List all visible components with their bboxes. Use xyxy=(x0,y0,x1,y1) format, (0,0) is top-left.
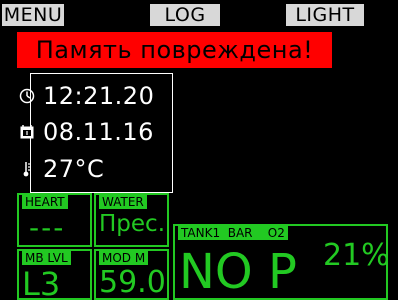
mod-label: MOD M xyxy=(99,251,149,265)
time-date-temp-panel: 12:21.20 08.11.16 27°C xyxy=(19,73,173,193)
time-value: 12:21.20 xyxy=(43,82,155,110)
clock-icon xyxy=(19,88,35,104)
date-row: 08.11.16 xyxy=(19,118,154,146)
dive-computer-screen: MENU LOG LIGHT Память повреждена! 12:21.… xyxy=(0,0,398,300)
memory-damaged-alarm: Память повреждена! xyxy=(17,32,332,68)
light-softkey[interactable]: LIGHT xyxy=(286,4,364,26)
water-field: WATER Прес. xyxy=(94,193,169,247)
mb-level-field: MB LVL L3 xyxy=(17,249,92,300)
water-label: WATER xyxy=(99,195,147,209)
menu-softkey[interactable]: MENU xyxy=(2,4,64,26)
heart-value: --- xyxy=(29,211,66,244)
temperature-row: 27°C xyxy=(19,155,104,183)
temperature-value: 27°C xyxy=(43,155,105,183)
thermometer-icon xyxy=(23,162,31,177)
heart-label: HEART xyxy=(22,195,68,209)
tank-field: TANK1 BAR O2 NO P 21% xyxy=(173,224,390,300)
mb-level-value: L3 xyxy=(22,265,61,300)
heart-field: HEART --- xyxy=(17,193,92,247)
tank-pressure-value: NO P xyxy=(179,244,297,300)
tank-label: TANK1 BAR O2 xyxy=(178,226,288,240)
mb-level-label: MB LVL xyxy=(22,251,71,265)
water-value: Прес. xyxy=(99,211,166,237)
o2-value: 21% xyxy=(323,238,390,273)
time-row: 12:21.20 xyxy=(19,82,154,110)
mod-field: MOD M 59.0 xyxy=(94,249,169,300)
date-value: 08.11.16 xyxy=(43,118,154,146)
calendar-icon xyxy=(20,125,34,139)
mod-value: 59.0 xyxy=(99,265,166,300)
log-softkey[interactable]: LOG xyxy=(150,4,220,26)
